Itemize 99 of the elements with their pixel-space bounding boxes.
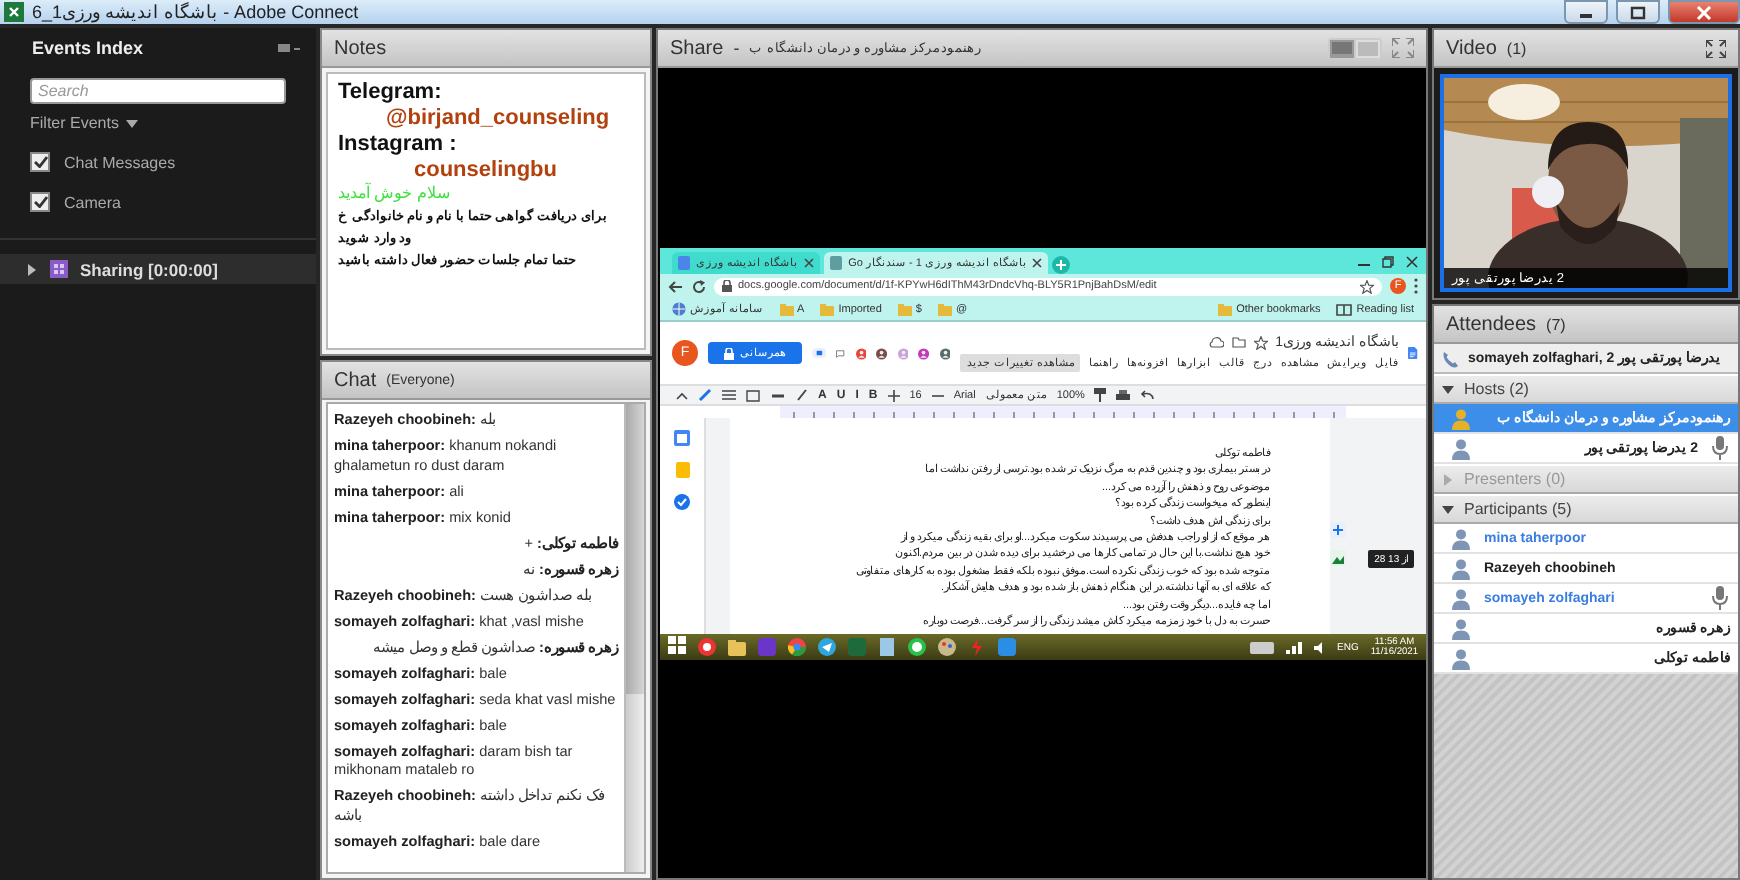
record-icon[interactable] <box>698 638 716 656</box>
person-icon <box>1450 647 1472 669</box>
person-icon <box>1450 587 1472 609</box>
participant-count: (1) <box>1506 39 1527 57</box>
restore-icon[interactable] <box>1382 255 1394 267</box>
minimize-button[interactable] <box>1564 0 1608 24</box>
paint-format-icon[interactable] <box>1094 388 1107 402</box>
window-title: باشگاه اندیشه ورزی1_6 - Adobe Connect <box>32 2 361 22</box>
view-button[interactable] <box>1330 39 1354 57</box>
pod-title: Video <box>1446 37 1497 59</box>
add-comment-icon[interactable] <box>1330 522 1346 538</box>
globe-icon <box>672 302 686 316</box>
close-button[interactable] <box>1668 0 1740 24</box>
event-item[interactable]: Sharing [0:00:00] <box>0 254 316 284</box>
layout-icon <box>1356 39 1380 57</box>
pod-title: Share <box>670 37 724 59</box>
reload-icon[interactable] <box>692 279 706 293</box>
close-icon <box>1696 5 1712 19</box>
lock-icon <box>724 347 734 359</box>
group-header[interactable]: Hosts (2) <box>1434 374 1738 404</box>
meet-icon[interactable] <box>812 342 827 364</box>
tab-icon <box>678 256 690 270</box>
lock-icon <box>722 280 732 292</box>
checkbox-label: Camera <box>64 193 121 211</box>
title-separator: - <box>733 38 740 58</box>
collapse-icon[interactable] <box>676 391 688 399</box>
sharing-icon <box>50 260 68 278</box>
scrollbar[interactable] <box>624 404 644 872</box>
expand-arrow-icon <box>1442 503 1454 515</box>
check-icon <box>33 156 47 168</box>
check-icon <box>33 196 47 208</box>
maximize-button[interactable] <box>1616 0 1660 24</box>
pod-menu-icon[interactable] <box>278 43 300 53</box>
back-icon[interactable] <box>668 279 684 293</box>
caret-icon <box>126 119 139 127</box>
pen-icon[interactable] <box>698 388 712 402</box>
folder-icon <box>1231 336 1246 348</box>
close-icon <box>1032 258 1043 268</box>
calendar-icon[interactable] <box>674 430 690 446</box>
folder-icon <box>937 303 952 315</box>
pod-title: Notes <box>334 37 387 59</box>
keyboard-icon[interactable] <box>1249 641 1273 653</box>
fullscreen-icon[interactable] <box>1706 39 1726 57</box>
close-icon[interactable] <box>1406 255 1418 267</box>
expand-arrow-icon <box>1442 383 1454 395</box>
layout-icon <box>1330 39 1354 57</box>
person-icon <box>1450 557 1472 579</box>
person-icon <box>1450 437 1472 459</box>
document-icon[interactable] <box>878 638 896 656</box>
app-icon <box>4 2 24 22</box>
folder-icon[interactable] <box>728 638 746 656</box>
note-heading: Telegram: <box>338 80 444 104</box>
task-icon[interactable] <box>674 494 690 510</box>
star-icon[interactable] <box>1360 279 1374 293</box>
expand-arrow-icon <box>1442 473 1454 485</box>
expand-arrow-icon <box>26 263 38 275</box>
start-button[interactable] <box>668 636 686 658</box>
person-icon <box>1450 617 1472 639</box>
search-field[interactable]: Search <box>30 78 286 104</box>
phone-icon <box>1442 349 1460 367</box>
maximize-icon <box>1630 5 1646 19</box>
plus-icon[interactable] <box>887 389 900 401</box>
send-icon[interactable] <box>818 638 836 656</box>
pod-title: Events Index <box>32 38 144 58</box>
checkbox[interactable] <box>30 152 50 172</box>
folder-icon <box>820 303 835 315</box>
reading-list-icon <box>1336 303 1353 315</box>
folder-icon <box>1218 303 1233 315</box>
tab-icon <box>830 256 843 270</box>
person-icon <box>1450 407 1472 429</box>
social-handle: @birjand_counseling <box>384 106 612 130</box>
undo-icon[interactable] <box>1140 390 1155 400</box>
folder-icon <box>897 303 912 315</box>
print-icon[interactable] <box>1116 389 1131 401</box>
note-heading: Instagram : <box>338 132 459 156</box>
checkbox[interactable] <box>30 192 50 212</box>
pod-title: Chat <box>334 369 377 391</box>
microphone-icon <box>1710 586 1730 610</box>
microphone-icon <box>1710 436 1730 460</box>
browser-icon[interactable] <box>788 638 806 656</box>
group-header[interactable]: Participants (5) <box>1434 494 1738 524</box>
minus-icon[interactable] <box>931 389 944 401</box>
attendee-count: (7) <box>1546 315 1566 333</box>
cloud-icon <box>1207 336 1224 348</box>
greeting-text: سلام خوش آمدید <box>338 184 451 202</box>
pod-title: Attendees <box>1446 313 1537 335</box>
network-icon[interactable] <box>1285 641 1301 653</box>
close-icon <box>804 258 815 268</box>
person-icon <box>1450 527 1472 549</box>
social-handle: counselingbu <box>412 158 559 182</box>
chat-bubble-icon[interactable] <box>908 638 926 656</box>
palette-icon[interactable] <box>938 638 956 656</box>
checkbox-label: Chat Messages <box>64 153 176 171</box>
comment-icon[interactable] <box>836 345 846 361</box>
filter-dropdown[interactable]: Filter Events <box>30 114 139 132</box>
star-icon[interactable] <box>1253 335 1268 349</box>
folder-icon <box>779 303 794 315</box>
align-icon[interactable] <box>722 389 736 401</box>
volume-icon[interactable] <box>1313 641 1325 653</box>
